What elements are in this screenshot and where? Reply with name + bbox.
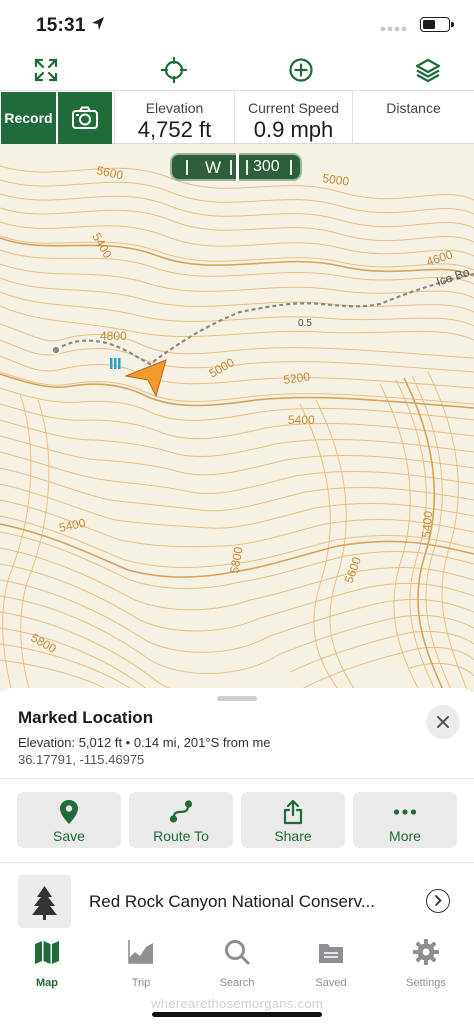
sheet-title: Marked Location xyxy=(18,708,154,727)
tab-settings[interactable]: Settings xyxy=(391,936,461,994)
battery-icon xyxy=(420,17,454,32)
tab-search-label: Search xyxy=(219,977,255,989)
contour-label-5000-b: 5000 xyxy=(207,355,237,381)
compass-degrees: 300 xyxy=(253,158,280,175)
stats-row: Record Elevation 4,752 ft Current Speed … xyxy=(0,90,474,144)
share-button[interactable]: Share xyxy=(241,792,345,848)
divider xyxy=(0,778,474,779)
share-icon xyxy=(283,799,303,825)
route-icon xyxy=(169,800,193,823)
save-label: Save xyxy=(53,828,85,844)
compass-tick xyxy=(290,160,292,175)
save-button[interactable]: Save xyxy=(17,792,121,848)
tab-saved-label: Saved xyxy=(315,977,347,989)
map-icon xyxy=(35,941,59,964)
crosshair-icon[interactable] xyxy=(160,56,188,84)
compass-tick xyxy=(186,160,188,175)
trail-name-label: Ice Bo xyxy=(435,265,472,289)
chevron-right-circle-icon[interactable] xyxy=(426,889,450,913)
distance-stat: Distance xyxy=(352,91,474,144)
tab-map[interactable]: Map xyxy=(12,936,82,994)
tab-bar: Map Trip Search Saved Settings wherearet… xyxy=(0,930,474,1024)
search-icon xyxy=(225,940,250,965)
divider xyxy=(0,862,474,863)
action-buttons: Save Route To Share More xyxy=(17,792,457,848)
watermark-text: wherearethosemorgans.com xyxy=(151,996,323,1011)
contour-label-5000: 5000 xyxy=(322,171,351,189)
sheet-coordinates: 36.17791, -115.46975 xyxy=(18,752,145,767)
tab-search[interactable]: Search xyxy=(202,936,272,994)
place-row[interactable]: Red Rock Canyon National Conserv... xyxy=(0,872,474,930)
map-toolbar xyxy=(0,50,474,90)
location-arrow-icon xyxy=(92,17,104,30)
speed-label: Current Speed xyxy=(247,100,340,116)
place-thumbnail xyxy=(18,875,71,928)
trip-chart-icon xyxy=(128,940,153,964)
compass-indicator xyxy=(236,153,239,181)
close-button[interactable] xyxy=(426,705,460,739)
topo-contours: 5600 5000 5400 4600 4800 0.5 5000 5200 5… xyxy=(0,163,474,692)
contour-label-5400-d: 5400 xyxy=(419,510,435,538)
camera-button[interactable] xyxy=(58,92,112,144)
saved-folder-icon xyxy=(319,944,343,963)
place-name: Red Rock Canyon National Conserv... xyxy=(89,892,375,911)
close-icon xyxy=(437,716,449,728)
compass-tick xyxy=(230,160,232,175)
pin-icon xyxy=(60,800,78,824)
contour-label-5600: 5600 xyxy=(95,163,124,182)
route-to-label: Route To xyxy=(153,828,209,844)
camera-icon xyxy=(72,106,98,129)
speed-stat: Current Speed 0.9 mph xyxy=(234,91,352,144)
compass-direction: W xyxy=(205,158,222,177)
tab-trip-label: Trip xyxy=(131,977,151,989)
record-button[interactable]: Record xyxy=(1,92,56,144)
elevation-label: Elevation xyxy=(145,100,204,116)
elevation-stat: Elevation 4,752 ft xyxy=(114,91,234,144)
more-button[interactable]: More xyxy=(353,792,457,848)
tree-icon xyxy=(32,886,57,920)
contour-label-5200: 5200 xyxy=(282,369,311,387)
contour-label-5600-b: 5600 xyxy=(342,555,364,585)
topo-map[interactable]: 5600 5000 5400 4600 4800 0.5 5000 5200 5… xyxy=(0,144,474,692)
compass-tick xyxy=(246,160,248,175)
trail-distance-label: 0.5 xyxy=(298,318,312,329)
home-indicator[interactable] xyxy=(152,1012,322,1017)
compass-heading[interactable]: W 300 xyxy=(170,153,302,181)
gear-icon xyxy=(413,939,439,965)
share-label: Share xyxy=(274,828,312,844)
more-dots-icon xyxy=(393,809,417,815)
add-circle-icon[interactable] xyxy=(287,56,315,84)
contour-label-4800: 4800 xyxy=(100,329,127,343)
sheet-elevation-info: Elevation: 5,012 ft • 0.14 mi, 201°S fro… xyxy=(18,735,271,750)
route-to-button[interactable]: Route To xyxy=(129,792,233,848)
speed-value: 0.9 mph xyxy=(253,117,334,142)
tab-map-label: Map xyxy=(36,977,58,989)
status-bar: 15:31 xyxy=(0,0,474,50)
elevation-value: 4,752 ft xyxy=(137,117,212,142)
tab-settings-label: Settings xyxy=(406,977,446,989)
layers-icon[interactable] xyxy=(414,56,442,84)
trail-start-point[interactable] xyxy=(51,345,61,355)
contour-label-4600: 4600 xyxy=(425,247,455,269)
sheet-grabber[interactable] xyxy=(217,696,257,701)
signal-dots-icon xyxy=(380,26,407,32)
tab-trip[interactable]: Trip xyxy=(106,936,176,994)
water-tank-icon[interactable] xyxy=(110,358,121,369)
fullscreen-icon[interactable] xyxy=(32,56,60,84)
more-label: More xyxy=(389,828,421,844)
distance-label: Distance xyxy=(386,100,441,116)
status-time: 15:31 xyxy=(36,15,86,36)
tab-saved[interactable]: Saved xyxy=(296,936,366,994)
contour-label-5400-b: 5400 xyxy=(288,413,315,427)
